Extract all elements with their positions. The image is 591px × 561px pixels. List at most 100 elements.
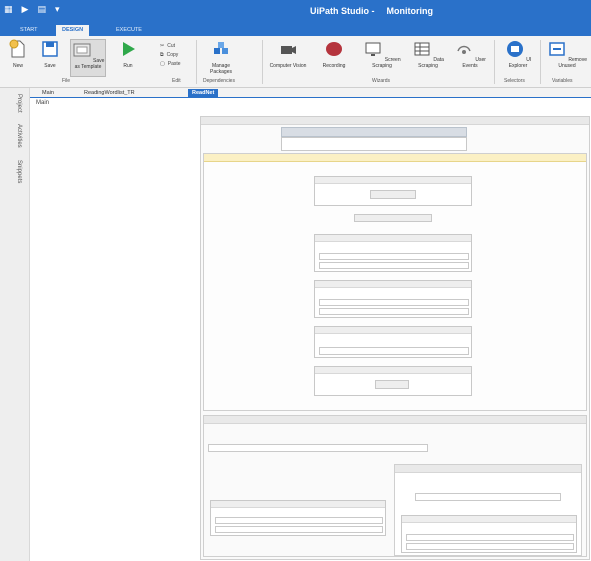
run-button[interactable]: Run — [114, 39, 142, 77]
app-logo-icon: ▦ — [4, 4, 13, 14]
activity-card[interactable] — [401, 515, 577, 553]
new-button[interactable]: New — [4, 39, 32, 77]
record-icon — [326, 42, 342, 56]
document-tabs: Main ReadingWordlist_TR ReadNet — [30, 88, 591, 98]
condition-field[interactable] — [208, 444, 428, 452]
main-sequence[interactable] — [200, 116, 590, 560]
copy-label: Copy — [166, 52, 179, 58]
cut-label: Cut — [167, 43, 175, 49]
remove-unused-button[interactable]: Remove Unused — [546, 39, 588, 77]
group-label-selectors: Selectors — [504, 78, 525, 84]
doc-tab-main[interactable]: Main — [38, 89, 58, 98]
activity-card[interactable] — [210, 500, 386, 536]
screen-scraping-button[interactable]: Screen Scraping — [362, 39, 402, 77]
paste-command[interactable]: ▢ Paste — [160, 60, 181, 69]
dropdown-field[interactable] — [319, 347, 469, 355]
breadcrumb: Main — [36, 100, 50, 106]
run-icon — [123, 42, 135, 56]
side-tab-activities[interactable]: Activities — [8, 124, 22, 148]
activity-card[interactable] — [314, 326, 472, 358]
activity-card[interactable] — [314, 366, 472, 396]
dropdown-quick-icon[interactable]: ▾ — [55, 5, 60, 14]
save-icon — [42, 41, 58, 57]
activity-fields-row[interactable] — [319, 299, 469, 306]
activity-card-header — [315, 327, 471, 334]
monitor-icon — [365, 42, 381, 56]
save-button[interactable]: Save — [36, 39, 64, 77]
activity-button[interactable] — [375, 380, 409, 389]
ribbon-separator — [494, 40, 495, 84]
manage-packages-label: Manage Packages — [210, 63, 232, 75]
tab-design[interactable]: DESIGN — [56, 25, 90, 36]
ribbon-separator — [540, 40, 541, 84]
app-name: UiPath Studio - — [310, 6, 375, 16]
activity-fields-row[interactable] — [319, 253, 469, 260]
activity-card[interactable] — [314, 176, 472, 206]
save-label: Save — [44, 63, 56, 69]
workflow-designer-canvas[interactable]: Main — [30, 98, 591, 561]
if-header — [204, 416, 586, 424]
template-icon — [73, 43, 91, 57]
manage-packages-button[interactable]: Manage Packages — [202, 39, 240, 77]
doc-tab-readingwordlist[interactable]: ReadingWordlist_TR — [80, 89, 139, 98]
computer-vision-label: Computer Vision — [269, 63, 307, 69]
if-activity-2[interactable] — [203, 415, 587, 557]
data-scraping-button[interactable]: Data Scraping — [410, 39, 446, 77]
activity-card[interactable] — [314, 234, 472, 272]
cut-icon: ✂ — [160, 43, 165, 49]
ribbon-tabs: START DESIGN EXECUTE — [0, 22, 591, 36]
activity-field[interactable] — [215, 526, 383, 533]
activity-card-header — [315, 367, 471, 374]
copy-icon: ⧉ — [160, 52, 164, 58]
side-tab-project[interactable]: Project — [8, 94, 22, 113]
copy-command[interactable]: ⧉ Copy — [160, 51, 181, 60]
ribbon-separator — [196, 40, 197, 84]
new-label: New — [12, 63, 23, 69]
run-label: Run — [123, 63, 133, 69]
activity-card-header — [315, 177, 471, 184]
group-label-variables: Variables — [552, 78, 573, 84]
paste-label: Paste — [167, 61, 181, 67]
else-field[interactable] — [415, 493, 561, 501]
remove-variables-icon — [549, 42, 565, 56]
activity-field[interactable] — [215, 517, 383, 524]
activity-field[interactable] — [406, 534, 574, 541]
tab-start[interactable]: START — [14, 25, 44, 36]
if-activity[interactable] — [203, 153, 587, 411]
side-tab-snippets[interactable]: Snippets — [8, 160, 22, 183]
activity-pill[interactable] — [354, 214, 432, 222]
activity-fields-row[interactable] — [319, 308, 469, 315]
ribbon-separator — [262, 40, 263, 84]
window-title: UiPath Studio - Monitoring — [310, 6, 433, 16]
title-bar: ▦ ▶ ▤ ▾ UiPath Studio - Monitoring — [0, 0, 591, 22]
new-file-icon — [9, 39, 25, 58]
user-events-button[interactable]: User Events — [452, 39, 488, 77]
quick-access-toolbar: ▦ ▶ ▤ ▾ — [4, 5, 59, 14]
selected-activity-header[interactable] — [281, 127, 467, 137]
computer-vision-button[interactable]: Computer Vision — [268, 39, 308, 77]
save-quick-icon[interactable]: ▤ — [37, 5, 46, 14]
group-label-file: File — [62, 78, 71, 84]
ui-explorer-button[interactable]: UI Explorer — [500, 39, 536, 77]
ui-explorer-icon — [506, 41, 523, 57]
activity-card-header — [315, 235, 471, 242]
recording-button[interactable]: Recording — [314, 39, 354, 77]
activity-fields-row[interactable] — [319, 262, 469, 269]
tab-execute[interactable]: EXECUTE — [110, 25, 148, 36]
table-scrape-icon — [414, 42, 430, 56]
else-branch[interactable] — [394, 464, 582, 556]
group-label-wizards: Wizards — [372, 78, 391, 84]
paste-icon: ▢ — [160, 61, 165, 67]
activity-card-header — [315, 281, 471, 288]
if-header — [204, 154, 586, 162]
run-quick-icon[interactable]: ▶ — [22, 5, 29, 14]
ribbon: New Save Save as Template Run ✂ Cut ⧉ Copy… — [0, 36, 591, 88]
packages-icon — [214, 42, 228, 54]
selected-activity-body[interactable] — [281, 137, 467, 151]
cut-command[interactable]: ✂ Cut — [160, 42, 181, 51]
save-as-template-button[interactable]: Save as Template — [70, 39, 106, 77]
activity-card[interactable] — [314, 280, 472, 318]
activity-button[interactable] — [370, 190, 416, 199]
activity-field[interactable] — [406, 543, 574, 550]
doc-tab-readnet[interactable]: ReadNet — [188, 89, 219, 98]
